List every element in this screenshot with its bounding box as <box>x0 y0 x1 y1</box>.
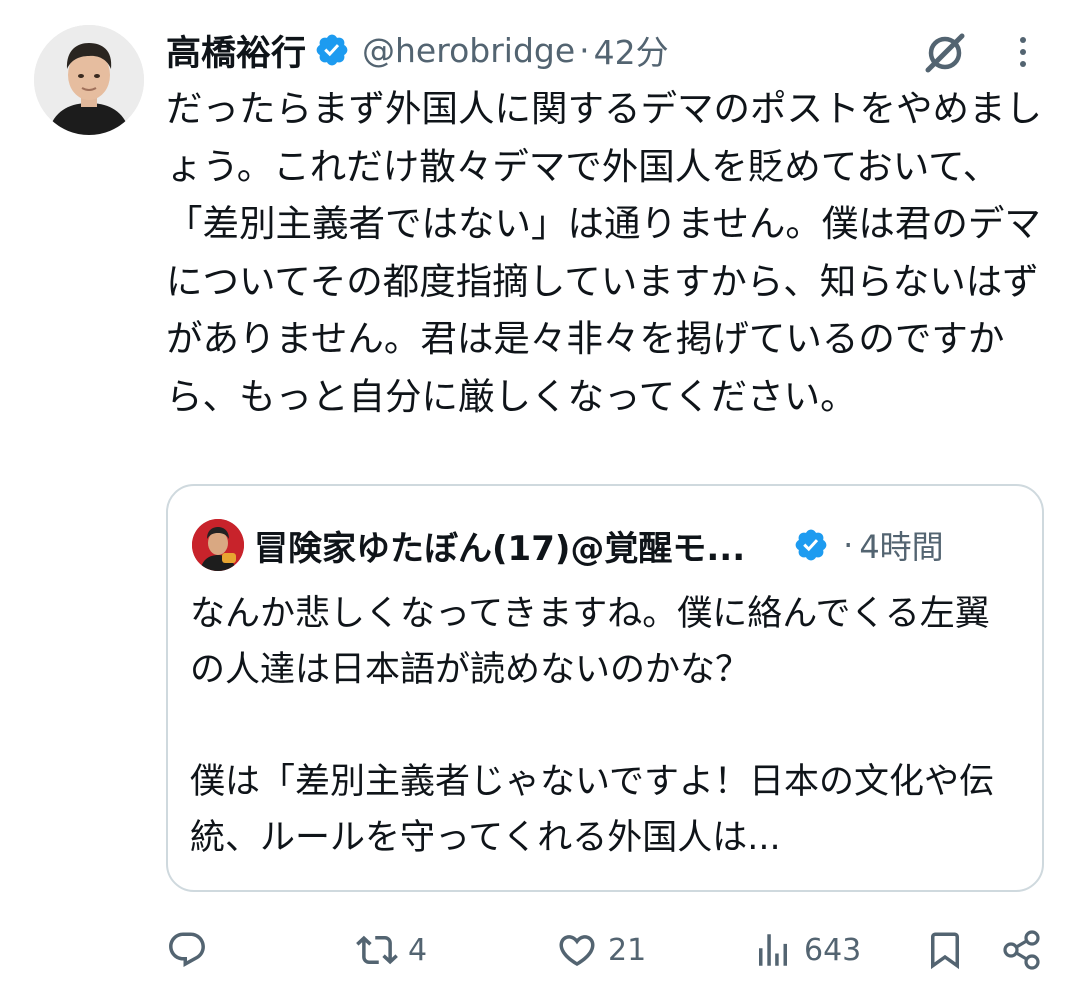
author-handle[interactable]: @herobridge <box>362 31 575 70</box>
bookmark-icon <box>931 932 959 970</box>
like-count: 21 <box>608 932 647 968</box>
quoted-author-name[interactable]: 冒険家ゆたぼん(17)@覚醒モ... <box>254 521 745 570</box>
share-button[interactable] <box>1000 920 1044 980</box>
quoted-author-avatar <box>192 519 244 571</box>
quoted-tweet-time: 4時間 <box>859 528 944 566</box>
verified-badge-icon <box>314 32 350 68</box>
verified-badge-icon <box>793 527 829 563</box>
person-photo-icon <box>34 25 144 135</box>
heart-icon <box>559 935 595 967</box>
author-name[interactable]: 高橋裕行 <box>166 25 306 76</box>
quoted-tweet-card[interactable]: 冒険家ゆたぼん(17)@覚醒モ... · 4時間 なんか悲しくなってきますね。僕… <box>166 484 1044 892</box>
like-button[interactable]: 21 <box>556 920 646 980</box>
reply-icon <box>169 932 205 967</box>
reply-button[interactable] <box>166 920 208 980</box>
quoted-tweet-text: なんか悲しくなってきますね。僕に絡んでくる左翼の人達は日本語が読めないのかな？ … <box>190 594 994 858</box>
views-icon <box>759 934 787 966</box>
more-options-icon[interactable] <box>1006 32 1040 72</box>
repost-button[interactable]: 4 <box>356 920 427 980</box>
quoted-tweet-header: 冒険家ゆたぼん(17)@覚醒モ... · 4時間 <box>254 516 1026 574</box>
repost-count: 4 <box>408 932 428 968</box>
repost-icon <box>356 935 398 965</box>
share-icon <box>1003 930 1040 970</box>
views-button[interactable]: 643 <box>752 920 861 980</box>
action-bar: 4 21 643 <box>0 920 1080 980</box>
views-count: 643 <box>804 932 862 968</box>
grok-icon[interactable] <box>922 30 968 76</box>
person-photo-icon <box>192 519 244 571</box>
bookmark-button[interactable] <box>924 920 966 980</box>
tweet-header: 高橋裕行 @herobridge · 42分 <box>166 22 669 78</box>
separator-dot: · <box>579 30 590 70</box>
tweet-text: だったらまず外国人に関するデマのポストをやめましょう。これだけ散々デマで外国人を… <box>166 87 1042 418</box>
author-avatar[interactable] <box>34 25 144 135</box>
separator-dot: · <box>843 526 854 564</box>
tweet-time[interactable]: 42分 <box>594 26 669 74</box>
